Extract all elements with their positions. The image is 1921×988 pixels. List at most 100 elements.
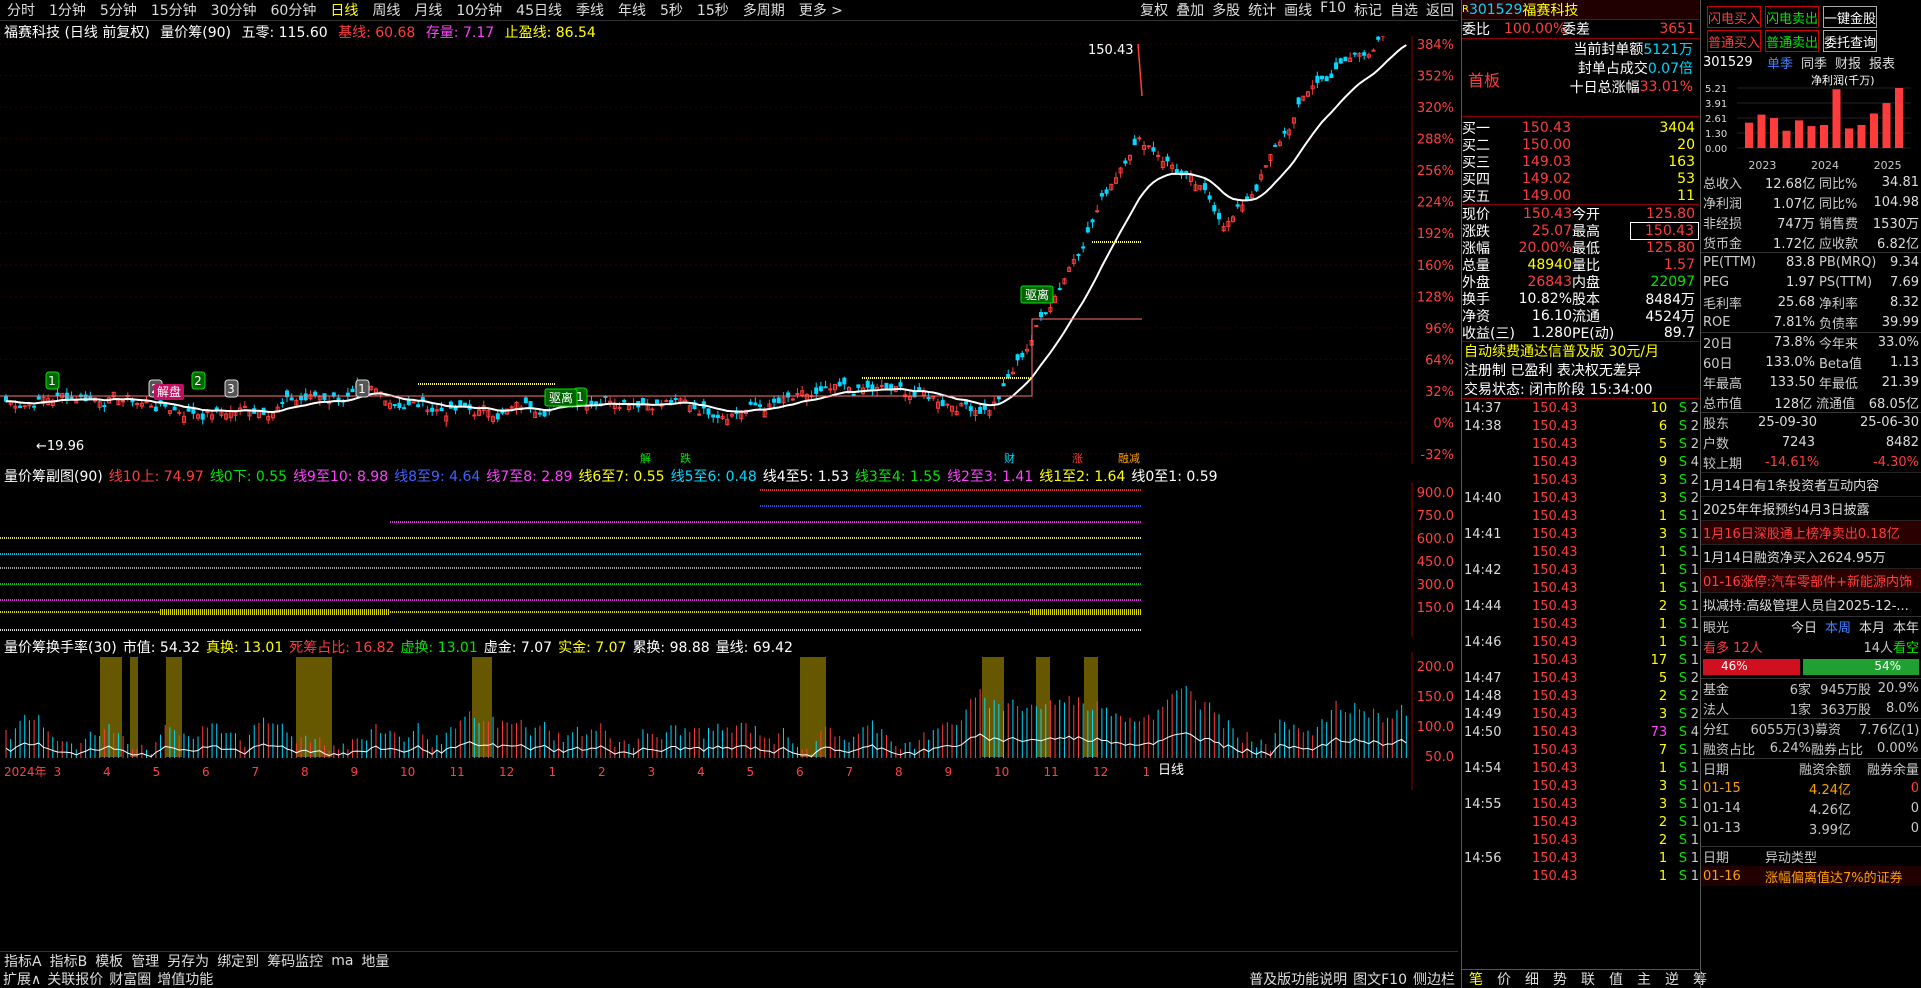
news-item-0[interactable]: 1月14日有1条投资者互动内容 (1701, 472, 1921, 496)
tick-tab-2[interactable]: 细 (1518, 969, 1546, 988)
fin-val2: 33.0% (1877, 335, 1919, 350)
weibi-row: 委比 100.00% 委差 3651 (1462, 19, 1699, 38)
promo-banner[interactable]: 自动续费通达信普及版 30元/月 (1462, 341, 1699, 360)
abn-head-cell: 日期 (1703, 851, 1730, 866)
trade-button-2[interactable]: 一键金股 (1823, 6, 1877, 28)
news-item-3[interactable]: 1月14日融资净买入2624.95万 (1701, 544, 1921, 568)
period-tab-3[interactable]: 15分钟 (144, 0, 204, 20)
toolbar-right-2[interactable]: 多股 (1208, 0, 1244, 20)
period-tab-7[interactable]: 周线 (365, 0, 407, 20)
period-tab-6[interactable]: 日线 (323, 0, 365, 20)
sub-chip-chart[interactable]: 900.0 750.0 600.0 450.0 300.0 150.0 (0, 482, 1458, 637)
candle-body (458, 400, 463, 407)
candle-body (153, 406, 158, 412)
period-tab-12[interactable]: 年线 (611, 0, 653, 20)
tick-count: 1 (1690, 868, 1700, 884)
toolbar-right-3[interactable]: 统计 (1244, 0, 1280, 20)
period-tab-0[interactable]: 分时 (0, 0, 42, 20)
month-label: 8 (301, 765, 309, 779)
toolbar-right-7[interactable]: 自选 (1386, 0, 1422, 20)
candle-body (1057, 288, 1062, 291)
month-label: 2 (598, 765, 606, 779)
indicator-tab-8[interactable]: 地量 (357, 951, 393, 971)
tick-tab-3[interactable]: 势 (1546, 969, 1574, 988)
period-tab-1[interactable]: 1分钟 (42, 0, 93, 20)
toolbar-right-4[interactable]: 画线 (1280, 0, 1316, 20)
bottom-right-2[interactable]: 侧边栏 (1410, 969, 1458, 988)
fin-val: 7243 (1781, 434, 1815, 450)
period-tab-10[interactable]: 45日线 (509, 0, 569, 20)
indicator-tab-4[interactable]: 另存为 (163, 951, 213, 971)
turnover-chart[interactable]: 200.0150.0100.050.02024年 3 4 5 6 7 8 9 10 11 12 1 2 3… (0, 652, 1458, 790)
indicator-tab-6[interactable]: 筹码监控 (263, 951, 327, 971)
tick-price: 150.43 (1532, 436, 1578, 452)
candle-body (697, 413, 702, 416)
tick-price: 150.43 (1532, 688, 1578, 704)
news-item-1[interactable]: 2025年年报预约4月3日披露 (1701, 496, 1921, 520)
indicator-tab-7[interactable]: ma (327, 953, 357, 969)
indicator-tab-1[interactable]: 指标B (46, 951, 92, 971)
eye-tab-3[interactable]: 本年 (1893, 617, 1919, 636)
tick-tab-1[interactable]: 价 (1490, 969, 1518, 988)
main-kline-chart[interactable]: 384%352%320%288%256%224%192%160%128%96%6… (0, 36, 1458, 464)
period-tab-8[interactable]: 月线 (407, 0, 449, 20)
news-item-4[interactable]: 01-16涨停:汽车零部件+新能源内饰 (1701, 568, 1921, 592)
fin-tab-0[interactable]: 单季 (1767, 53, 1793, 72)
signal-badge-text: 2 (194, 374, 202, 388)
period-tab-9[interactable]: 10分钟 (449, 0, 509, 20)
toolbar-right-0[interactable]: 复权 (1136, 0, 1172, 20)
tick-tab-4[interactable]: 联 (1574, 969, 1602, 988)
month-label: 1 (549, 765, 557, 779)
fin-tab-1[interactable]: 同季 (1801, 53, 1827, 72)
trade-button-0[interactable]: 闪电买入 (1707, 6, 1761, 28)
tick-tab-0[interactable]: 笔 (1462, 969, 1490, 988)
tick-tab-5[interactable]: 值 (1602, 969, 1630, 988)
eye-tab-1[interactable]: 本周 (1825, 617, 1851, 636)
indicator-tab-0[interactable]: 指标A (0, 951, 46, 971)
ext-tab-3[interactable]: 增值功能 (154, 969, 216, 988)
news-item-5[interactable]: 拟减持:高级管理人员自2025-12-... (1701, 592, 1921, 616)
tick-side: S (1678, 832, 1688, 848)
candle-body (177, 411, 182, 414)
indicator-tab-2[interactable]: 模板 (91, 951, 127, 971)
bottom-right-1[interactable]: 图文F10 (1350, 969, 1410, 988)
indicator-tab-3[interactable]: 管理 (127, 951, 163, 971)
tick-tab-6[interactable]: 主 (1630, 969, 1658, 988)
ext-tab-0[interactable]: 扩展∧ (0, 969, 44, 988)
period-tab-4[interactable]: 30分钟 (204, 0, 264, 20)
margin-ratio-cell: 融资占比 (1703, 742, 1756, 758)
candle-body (1343, 56, 1348, 62)
ext-tab-1[interactable]: 关联报价 (44, 969, 106, 988)
fin-tab-2[interactable]: 财报 (1835, 53, 1861, 72)
weibi-value: 100.00% (1504, 21, 1567, 37)
month-label: 10 (400, 765, 415, 779)
period-tab-2[interactable]: 5分钟 (93, 0, 144, 20)
fin-tab-3[interactable]: 报表 (1869, 53, 1895, 72)
toolbar-right-1[interactable]: 叠加 (1172, 0, 1208, 20)
period-tab-15[interactable]: 多周期 (736, 0, 792, 20)
tick-price: 150.43 (1532, 616, 1578, 632)
period-tab-13[interactable]: 5秒 (653, 0, 690, 20)
toolbar-right-8[interactable]: 返回 (1422, 0, 1458, 20)
candle-body (828, 388, 833, 391)
period-tab-11[interactable]: 季线 (569, 0, 611, 20)
ext-tab-2[interactable]: 财富圈 (106, 969, 154, 988)
eye-tab-0[interactable]: 今日 (1791, 617, 1817, 636)
trade-button-1[interactable]: 闪电卖出 (1765, 6, 1819, 28)
profit-x-axis: 2023 2024 2025 (1701, 158, 1921, 172)
tick-tab-7[interactable]: 逆 (1658, 969, 1686, 988)
trade-button-5[interactable]: 委托查询 (1823, 30, 1877, 52)
bottom-right-0[interactable]: 普及版功能说明 (1246, 969, 1350, 988)
news-item-2[interactable]: 1月16日深股通上榜净卖出0.18亿 (1701, 520, 1921, 544)
period-tab-5[interactable]: 60分钟 (264, 0, 324, 20)
indicator-tab-5[interactable]: 绑定到 (213, 951, 263, 971)
period-tab-16[interactable]: 更多 > (792, 0, 850, 20)
toolbar-right-6[interactable]: 标记 (1350, 0, 1386, 20)
axis-tick: 384% (1417, 38, 1454, 53)
period-tab-14[interactable]: 15秒 (690, 0, 736, 20)
div-cell: 募资 (1815, 723, 1842, 738)
eye-tab-2[interactable]: 本月 (1859, 617, 1885, 636)
trade-button-4[interactable]: 普通卖出 (1765, 30, 1819, 52)
toolbar-right-5[interactable]: F10 (1316, 0, 1350, 20)
trade-button-3[interactable]: 普通买入 (1707, 30, 1761, 52)
